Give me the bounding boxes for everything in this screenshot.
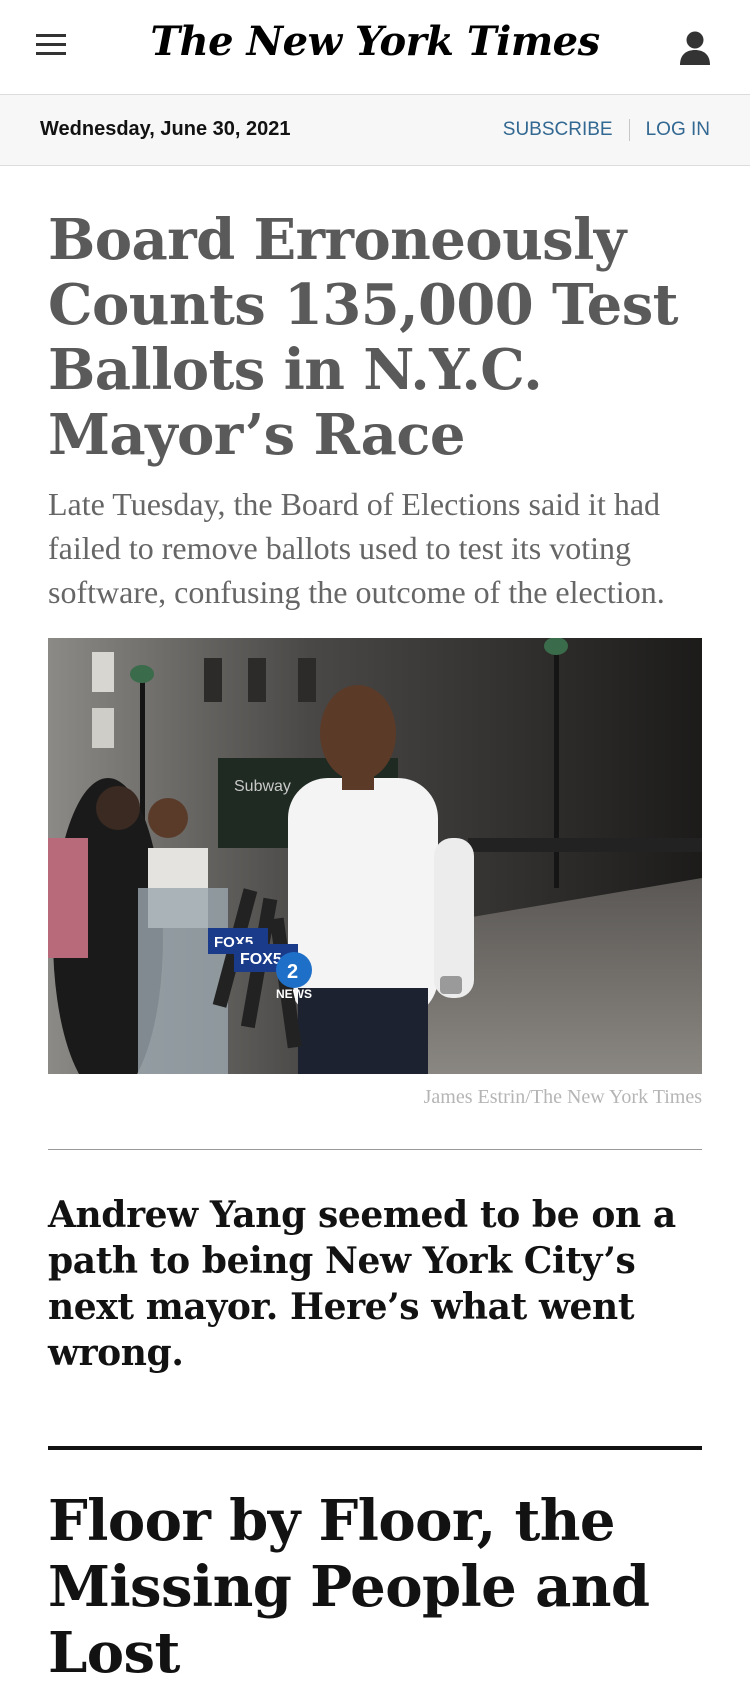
article-summary: Late Tuesday, the Board of Elections sai… [48,486,665,610]
article-headline[interactable]: Board Erroneously Counts 135,000 Test Ba… [48,208,702,468]
current-date: Wednesday, June 30, 2021 [40,118,291,140]
link-divider [628,119,630,141]
article-photo[interactable]: Subway FOX5 FOX5 2 NEWS [48,638,702,1074]
main-content: Board Erroneously Counts 135,000 Test Ba… [0,208,750,1686]
next-story-headline[interactable]: Floor by Floor, the Missing People and L… [48,1488,702,1686]
story-divider [48,1446,702,1450]
cbs2-news-label: NEWS [276,987,312,1001]
subscribe-link[interactable]: SUBSCRIBE [503,119,613,141]
photo-credit: James Estrin/The New York Times [423,1086,702,1108]
user-account-icon[interactable] [678,30,712,66]
account-links: SUBSCRIBE LOG IN [503,119,710,141]
login-link[interactable]: LOG IN [646,119,710,141]
fox5-mic-flag-2: FOX5 [240,951,282,968]
related-story-link[interactable]: Andrew Yang seemed to be on a path to be… [48,1192,702,1376]
nyt-logo[interactable]: The New York Times [0,18,750,65]
date-bar: Wednesday, June 30, 2021 SUBSCRIBE LOG I… [0,95,750,166]
section-divider [48,1149,702,1150]
cbs2-mic-flag: 2 [287,961,298,983]
photo-illustration: Subway FOX5 FOX5 2 NEWS [48,638,702,1074]
subway-sign-text: Subway [234,778,291,795]
top-navigation-bar: The New York Times [0,0,750,95]
